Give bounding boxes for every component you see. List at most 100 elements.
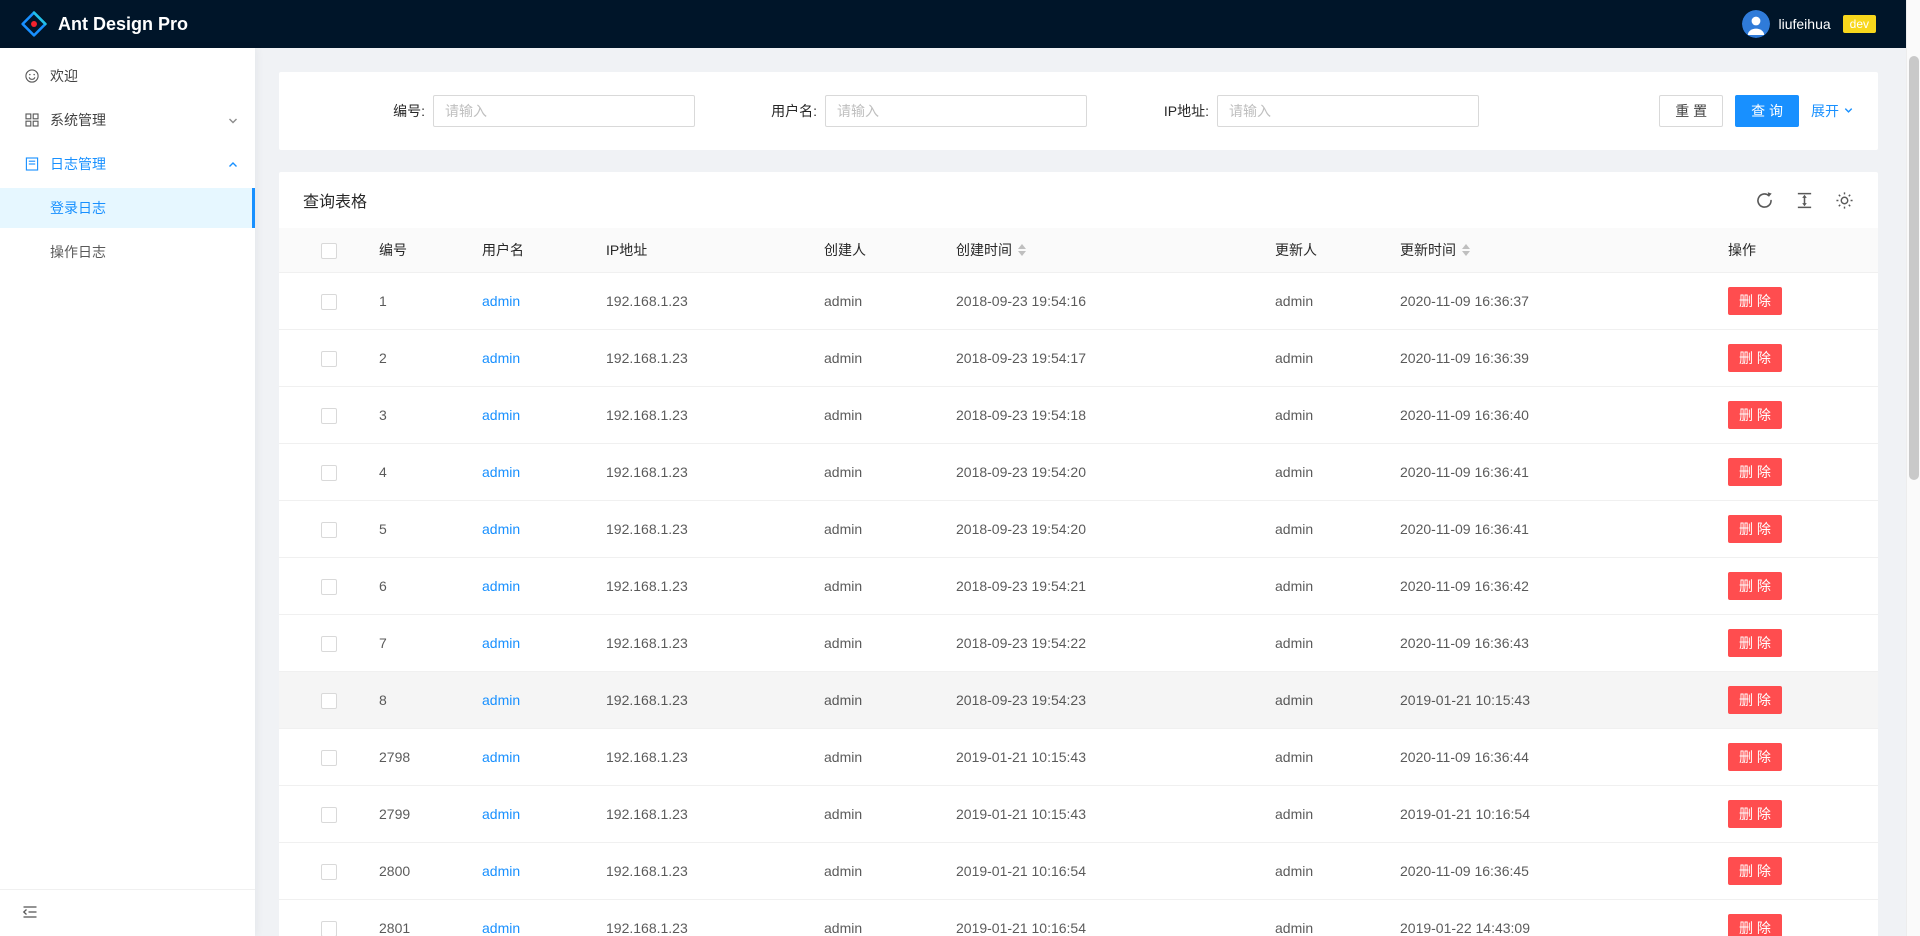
sorter-icon[interactable] [1462,244,1470,256]
row-checkbox[interactable] [321,693,337,709]
username-link[interactable]: admin [482,806,520,822]
table-row: 2801 admin 192.168.1.23 admin 2019-01-21… [279,900,1878,936]
cell-created-time: 2018-09-23 19:54:16 [940,273,1259,330]
sidebar-item-label: 日志管理 [50,154,106,174]
cell-created-time: 2018-09-23 19:54:23 [940,672,1259,729]
cell-ip: 192.168.1.23 [590,558,808,615]
column-header-id: 编号 [363,228,466,273]
row-checkbox[interactable] [321,522,337,538]
column-header-updated[interactable]: 更新时间 [1384,228,1712,273]
username-link[interactable]: admin [482,692,520,708]
ip-label: IP地址: [1087,101,1217,121]
delete-button[interactable]: 删 除 [1728,800,1782,828]
delete-button[interactable]: 删 除 [1728,686,1782,714]
cell-id: 1 [363,273,466,330]
cell-creator: admin [808,444,940,501]
expand-toggle[interactable]: 展开 [1811,101,1854,121]
logo[interactable]: Ant Design Pro [20,10,188,38]
delete-button[interactable]: 删 除 [1728,458,1782,486]
header-right: liufeihua dev [1742,10,1876,38]
scrollbar-thumb[interactable] [1909,56,1919,480]
table-header-row: 编号 用户名 IP地址 创建人 创建时间 更新人 [279,228,1878,273]
cell-updated-time: 2020-11-09 16:36:45 [1384,843,1712,900]
delete-button[interactable]: 删 除 [1728,572,1782,600]
sidebar-subitem-operation-log[interactable]: 操作日志 [0,232,255,272]
delete-button[interactable]: 删 除 [1728,629,1782,657]
sidebar-subitem-login-log[interactable]: 登录日志 [0,188,255,228]
ip-input[interactable] [1217,95,1479,127]
username-link[interactable]: admin [482,350,520,366]
delete-button[interactable]: 删 除 [1728,287,1782,315]
delete-button[interactable]: 删 除 [1728,857,1782,885]
sidebar-item-system-management[interactable]: 系统管理 [0,100,255,140]
column-header-creator: 创建人 [808,228,940,273]
delete-button[interactable]: 删 除 [1728,344,1782,372]
row-checkbox[interactable] [321,921,337,936]
sorter-icon[interactable] [1018,244,1026,256]
username-link[interactable]: admin [482,521,520,537]
username[interactable]: liufeihua [1778,16,1830,32]
username-link[interactable]: admin [482,635,520,651]
username-link[interactable]: admin [482,578,520,594]
column-height-icon[interactable] [1795,191,1814,210]
table-row: 1 admin 192.168.1.23 admin 2018-09-23 19… [279,273,1878,330]
row-checkbox[interactable] [321,750,337,766]
column-header-username: 用户名 [466,228,590,273]
filter-field-ip: IP地址: [1087,95,1479,127]
cell-updater: admin [1259,786,1384,843]
select-all-checkbox[interactable] [321,243,337,259]
cell-updater: admin [1259,615,1384,672]
username-link[interactable]: admin [482,464,520,480]
settings-gear-icon[interactable] [1835,191,1854,210]
row-checkbox[interactable] [321,351,337,367]
row-checkbox[interactable] [321,636,337,652]
row-checkbox[interactable] [321,807,337,823]
id-input[interactable] [433,95,695,127]
username-input[interactable] [825,95,1087,127]
table-toolbar: 查询表格 [279,172,1878,228]
cell-updated-time: 2020-11-09 16:36:43 [1384,615,1712,672]
query-table-card: 查询表格 [279,172,1878,936]
username-link[interactable]: admin [482,920,520,936]
cell-created-time: 2018-09-23 19:54:21 [940,558,1259,615]
cell-created-time: 2018-09-23 19:54:20 [940,501,1259,558]
cell-id: 4 [363,444,466,501]
username-link[interactable]: admin [482,293,520,309]
row-checkbox[interactable] [321,294,337,310]
sidebar-collapse-trigger[interactable] [0,889,255,936]
cell-id: 2 [363,330,466,387]
table-row: 2798 admin 192.168.1.23 admin 2019-01-21… [279,729,1878,786]
cell-id: 8 [363,672,466,729]
cell-creator: admin [808,900,940,936]
cell-updated-time: 2019-01-22 14:43:09 [1384,900,1712,936]
smile-icon [24,68,40,84]
vertical-scrollbar[interactable] [1906,0,1920,936]
username-link[interactable]: admin [482,863,520,879]
reset-button[interactable]: 重 置 [1659,95,1723,127]
table-row: 3 admin 192.168.1.23 admin 2018-09-23 19… [279,387,1878,444]
username-link[interactable]: admin [482,749,520,765]
cell-created-time: 2019-01-21 10:15:43 [940,729,1259,786]
row-checkbox[interactable] [321,864,337,880]
column-header-created[interactable]: 创建时间 [940,228,1259,273]
table-row: 5 admin 192.168.1.23 admin 2018-09-23 19… [279,501,1878,558]
row-checkbox[interactable] [321,579,337,595]
row-checkbox[interactable] [321,408,337,424]
cell-ip: 192.168.1.23 [590,786,808,843]
row-checkbox[interactable] [321,465,337,481]
delete-button[interactable]: 删 除 [1728,743,1782,771]
delete-button[interactable]: 删 除 [1728,914,1782,936]
cell-updater: admin [1259,330,1384,387]
cell-id: 2799 [363,786,466,843]
container-icon [24,156,40,172]
user-avatar[interactable] [1742,10,1770,38]
sidebar-item-log-management[interactable]: 日志管理 [0,144,255,184]
sidebar-item-welcome[interactable]: 欢迎 [0,56,255,96]
search-button[interactable]: 查 询 [1735,95,1799,127]
reload-icon[interactable] [1755,191,1774,210]
delete-button[interactable]: 删 除 [1728,515,1782,543]
cell-id: 5 [363,501,466,558]
cell-id: 2801 [363,900,466,936]
username-link[interactable]: admin [482,407,520,423]
delete-button[interactable]: 删 除 [1728,401,1782,429]
